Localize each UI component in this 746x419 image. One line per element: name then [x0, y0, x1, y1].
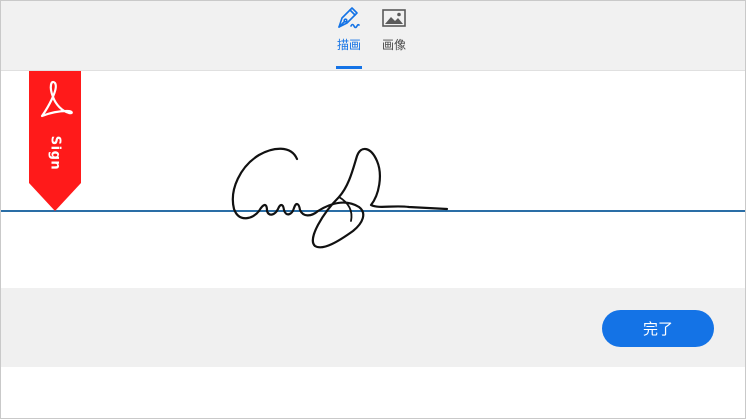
tab-image-label: 画像 — [381, 38, 406, 52]
tab-bar: 描画 画像 — [1, 1, 745, 71]
tab-selected-indicator — [336, 66, 362, 69]
sign-ribbon: Sign — [29, 71, 81, 211]
signature-dialog: 描画 画像 Sign 完了 — [0, 0, 746, 419]
tab-image[interactable]: 画像 — [374, 1, 414, 70]
signature-canvas[interactable]: Sign — [1, 71, 745, 288]
done-button[interactable]: 完了 — [602, 310, 714, 347]
image-icon — [380, 5, 408, 31]
pen-draw-icon — [335, 5, 363, 31]
tab-draw-label: 描画 — [336, 38, 361, 52]
signature-stroke — [231, 147, 449, 249]
sign-ribbon-label: Sign — [47, 135, 63, 171]
tab-draw[interactable]: 描画 — [331, 1, 367, 70]
footer-bar: 完了 — [1, 288, 745, 367]
bottom-area — [1, 367, 745, 418]
